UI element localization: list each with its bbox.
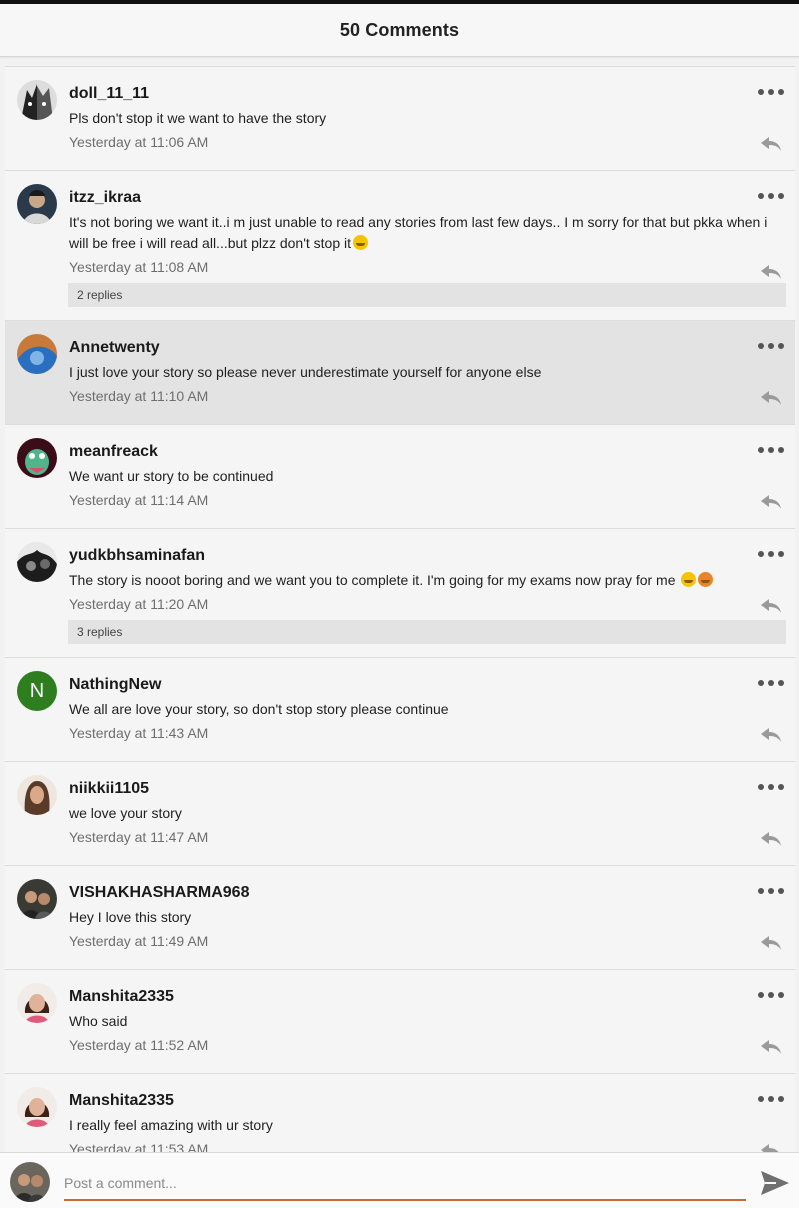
comment-text: Pls don't stop it we want to have the st… <box>69 110 327 126</box>
comment-text: It's not boring we want it..i m just una… <box>69 214 768 251</box>
comment-item[interactable]: VISHAKHASHARMA968 Hey I love this story … <box>5 866 795 970</box>
comment-item[interactable]: doll_11_11 Pls don't stop it we want to … <box>5 67 795 171</box>
page-title: 50 Comments <box>339 19 460 40</box>
comment-username[interactable]: doll_11_11 <box>69 84 783 104</box>
reply-icon[interactable] <box>760 136 782 152</box>
send-icon[interactable] <box>760 1169 790 1197</box>
more-options-icon[interactable] <box>758 673 784 693</box>
comment-text: The story is nooot boring and we want yo… <box>69 570 783 591</box>
comment-input[interactable] <box>64 1167 746 1201</box>
comment-timestamp: Yesterday at 11:10 AM <box>69 388 209 404</box>
comment-username[interactable]: Manshita2335 <box>69 987 783 1007</box>
comment-username[interactable]: NathingNew <box>69 675 783 695</box>
view-replies-button[interactable]: 2 replies <box>68 283 786 307</box>
reply-icon[interactable] <box>760 1143 782 1152</box>
comment-text: Who said <box>69 1013 128 1029</box>
comment-item[interactable]: yudkbhsaminafan The story is nooot borin… <box>5 529 795 658</box>
comments-header: 50 Comments <box>0 4 799 57</box>
avatar[interactable] <box>17 334 57 374</box>
comment-item[interactable]: N NathingNew We all are love your story,… <box>5 658 795 762</box>
reply-icon[interactable] <box>760 1039 782 1055</box>
comment-item[interactable]: Manshita2335 Who said Yesterday at 11:52… <box>5 970 795 1074</box>
avatar[interactable]: N <box>17 671 57 711</box>
more-options-icon[interactable] <box>758 186 784 206</box>
comment-text: Hey I love this story <box>69 909 192 925</box>
comment-item[interactable]: niikkii1105 we love your story Yesterday… <box>5 762 795 866</box>
reply-icon[interactable] <box>760 494 782 510</box>
comment-timestamp: Yesterday at 11:08 AM <box>69 259 209 275</box>
reply-icon[interactable] <box>760 390 782 406</box>
avatar[interactable] <box>17 184 57 224</box>
view-replies-button[interactable]: 3 replies <box>68 620 786 644</box>
comment-timestamp: Yesterday at 11:52 AM <box>69 1037 209 1053</box>
emoji-icon <box>681 572 697 587</box>
comment-username[interactable]: Annetwenty <box>69 338 783 358</box>
more-options-icon[interactable] <box>758 1089 784 1109</box>
comment-timestamp: Yesterday at 11:47 AM <box>69 829 209 845</box>
reply-icon[interactable] <box>760 935 782 951</box>
comment-timestamp: Yesterday at 11:20 AM <box>69 596 209 612</box>
comment-item[interactable]: itzz_ikraa It's not boring we want it..i… <box>5 171 795 321</box>
comment-composer <box>0 1152 799 1208</box>
comment-item[interactable]: Manshita2335 I really feel amazing with … <box>5 1074 795 1152</box>
comment-timestamp: Yesterday at 11:49 AM <box>69 933 209 949</box>
more-options-icon[interactable] <box>758 82 784 102</box>
avatar[interactable] <box>17 879 57 919</box>
comment-item[interactable]: meanfreack We want ur story to be contin… <box>5 425 795 529</box>
more-options-icon[interactable] <box>758 777 784 797</box>
avatar[interactable] <box>17 542 57 582</box>
more-options-icon[interactable] <box>758 336 784 356</box>
comment-timestamp: Yesterday at 11:06 AM <box>69 134 209 150</box>
reply-icon[interactable] <box>760 727 782 743</box>
comment-text: We all are love your story, so don't sto… <box>69 701 449 717</box>
comment-timestamp: Yesterday at 11:43 AM <box>69 725 209 741</box>
comment-text: I just love your story so please never u… <box>69 364 542 380</box>
comment-username[interactable]: yudkbhsaminafan <box>69 546 783 566</box>
avatar[interactable] <box>17 80 57 120</box>
reply-icon[interactable] <box>760 598 782 614</box>
avatar[interactable] <box>17 983 57 1023</box>
more-options-icon[interactable] <box>758 985 784 1005</box>
reply-icon[interactable] <box>760 831 782 847</box>
avatar[interactable] <box>17 438 57 478</box>
emoji-icon <box>698 572 714 587</box>
comment-username[interactable]: Manshita2335 <box>69 1091 783 1111</box>
reply-icon[interactable] <box>760 264 782 280</box>
more-options-icon[interactable] <box>758 544 784 564</box>
comment-item[interactable]: Annetwenty I just love your story so ple… <box>5 321 795 425</box>
more-options-icon[interactable] <box>758 440 784 460</box>
current-user-avatar <box>10 1162 50 1202</box>
comment-username[interactable]: itzz_ikraa <box>69 188 783 208</box>
comment-timestamp: Yesterday at 11:53 AM <box>69 1141 209 1152</box>
comment-username[interactable]: VISHAKHASHARMA968 <box>69 883 783 903</box>
comment-text: we love your story <box>69 805 182 821</box>
avatar[interactable] <box>17 1087 57 1127</box>
comment-username[interactable]: meanfreack <box>69 442 783 462</box>
avatar[interactable] <box>17 775 57 815</box>
emoji-icon <box>353 235 369 250</box>
comment-timestamp: Yesterday at 11:14 AM <box>69 492 209 508</box>
more-options-icon[interactable] <box>758 881 784 901</box>
comment-username[interactable]: niikkii1105 <box>69 779 783 799</box>
comment-list[interactable]: doll_11_11 Pls don't stop it we want to … <box>5 66 795 1152</box>
comment-text: I really feel amazing with ur story <box>69 1117 273 1133</box>
comment-text: We want ur story to be continued <box>69 468 274 484</box>
